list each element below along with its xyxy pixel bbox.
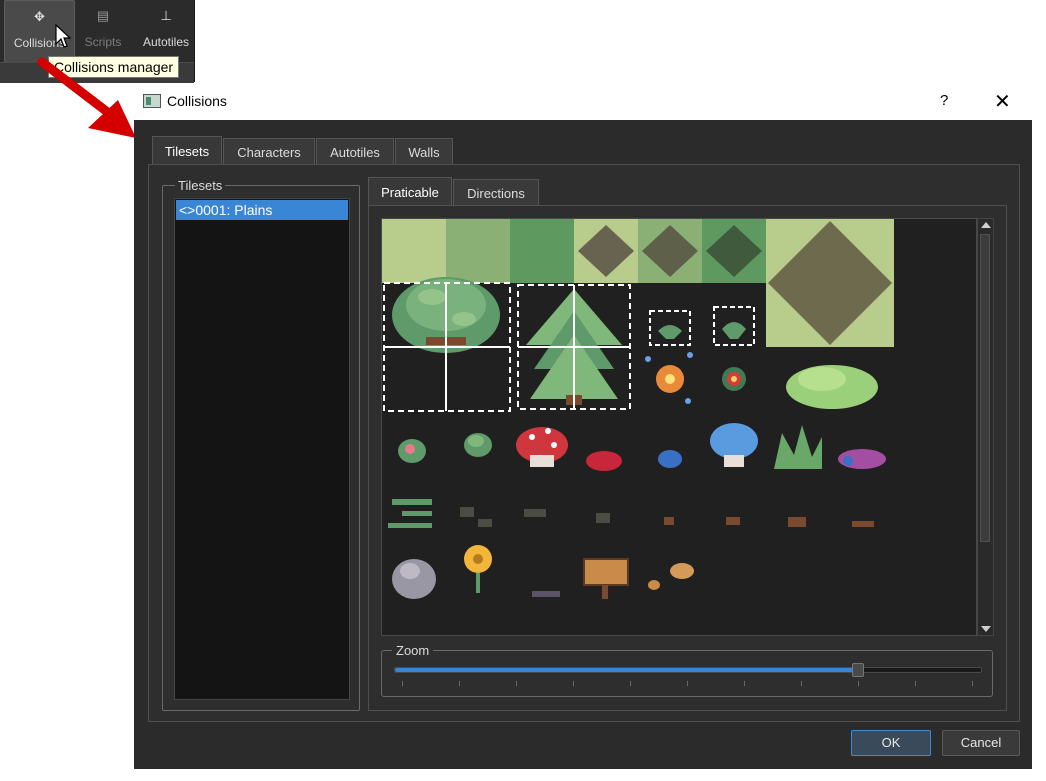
scroll-down-icon[interactable]	[981, 626, 991, 632]
help-button[interactable]: ?	[940, 92, 948, 109]
zoom-slider-fill	[395, 668, 858, 672]
tab-directions[interactable]: Directions	[453, 179, 539, 207]
ok-button[interactable]: OK	[851, 730, 931, 756]
slider-tick	[915, 681, 916, 686]
autotiles-toolbar-button[interactable]: ⊥ Autotiles	[138, 0, 194, 62]
tileset-preview[interactable]	[381, 218, 977, 636]
list-item[interactable]: <>0001: Plains	[176, 200, 348, 220]
slider-tick	[630, 681, 631, 686]
tab-content-panel: Tilesets <>0001: Plains Praticable Direc…	[148, 164, 1020, 722]
praticable-panel: Zoom	[368, 205, 1007, 711]
tab-walls[interactable]: Walls	[395, 138, 453, 166]
tilesets-group-label: Tilesets	[175, 178, 226, 193]
collisions-dialog: Tilesets Characters Autotiles Walls Tile…	[134, 120, 1032, 769]
slider-tick	[573, 681, 574, 686]
tab-praticable[interactable]: Praticable	[368, 177, 452, 207]
scrollbar-thumb[interactable]	[980, 234, 990, 542]
slider-tick	[972, 681, 973, 686]
app-window-icon	[143, 94, 161, 108]
tileset-list[interactable]: <>0001: Plains	[174, 198, 350, 700]
slider-tick	[459, 681, 460, 686]
scripts-button-label: Scripts	[84, 35, 122, 49]
script-icon: ▤	[96, 8, 110, 23]
zoom-label: Zoom	[392, 643, 434, 658]
tileset-image	[382, 219, 894, 599]
mouse-cursor-icon	[55, 24, 71, 48]
dialog-titlebar: Collisions ? ✕	[134, 86, 1032, 120]
red-arrow-icon	[37, 57, 136, 138]
scroll-up-icon[interactable]	[981, 222, 991, 228]
tab-autotiles[interactable]: Autotiles	[316, 138, 394, 166]
autotiles-button-label: Autotiles	[142, 35, 190, 49]
slider-tick	[402, 681, 403, 686]
dialog-title: Collisions	[167, 93, 227, 109]
slider-tick	[801, 681, 802, 686]
zoom-slider[interactable]	[394, 663, 982, 677]
cancel-button[interactable]: Cancel	[942, 730, 1020, 756]
tilesets-group: Tilesets <>0001: Plains	[162, 178, 360, 711]
close-button[interactable]: ✕	[994, 89, 1011, 114]
slider-tick	[516, 681, 517, 686]
tileset-vertical-scrollbar[interactable]	[977, 218, 994, 636]
autotile-icon: ⊥	[160, 8, 172, 23]
zoom-group: Zoom	[381, 643, 993, 697]
slider-tick	[858, 681, 859, 686]
tab-characters[interactable]: Characters	[223, 138, 315, 166]
slider-tick	[687, 681, 688, 686]
zoom-slider-handle[interactable]	[851, 663, 864, 677]
tab-tilesets[interactable]: Tilesets	[152, 136, 222, 166]
slider-tick	[744, 681, 745, 686]
scripts-toolbar-button[interactable]: ▤ Scripts	[74, 0, 132, 62]
